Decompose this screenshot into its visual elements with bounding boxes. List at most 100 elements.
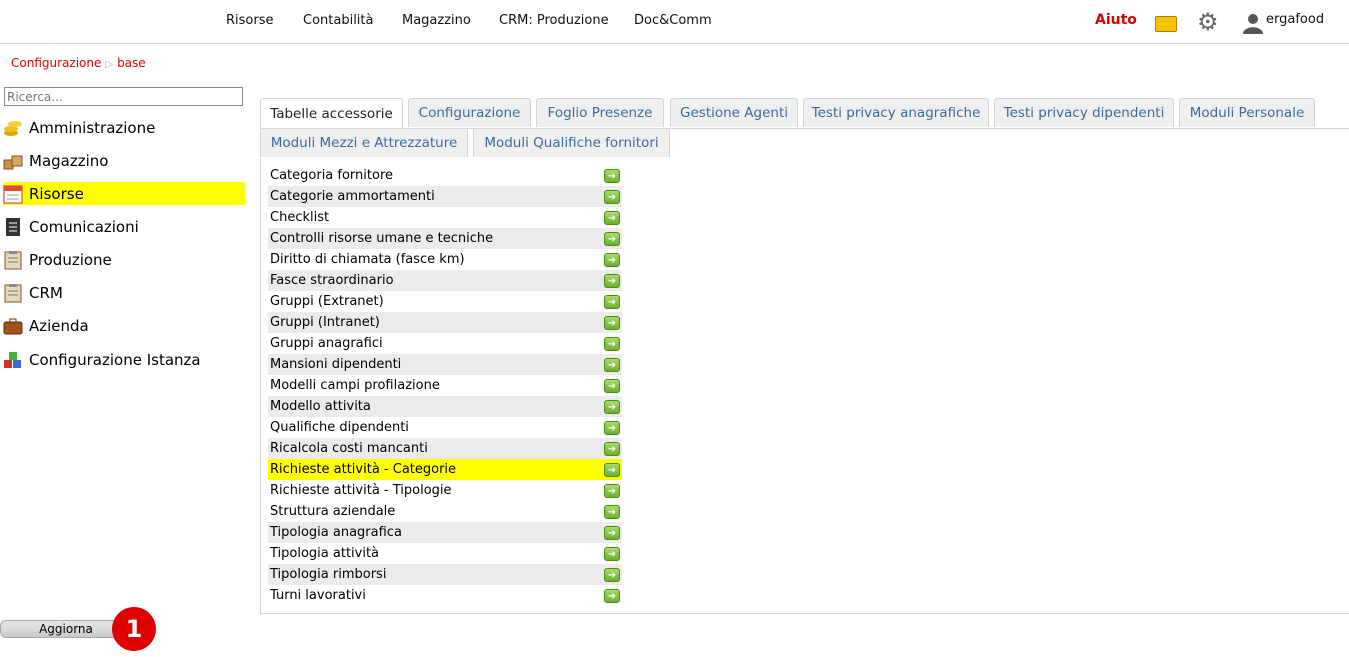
clipboard-icon	[4, 283, 22, 302]
list-item[interactable]: Mansioni dipendenti ➜	[268, 354, 622, 375]
calendar-icon	[3, 185, 23, 203]
list-item-label: Richieste attività - Categorie	[270, 462, 457, 477]
list-item-label: Checklist	[270, 210, 330, 225]
arrow-right-icon[interactable]: ➜	[604, 462, 620, 477]
list-item[interactable]: Qualifiche dipendenti ➜	[268, 417, 622, 438]
list-item-label: Modelli campi profilazione	[270, 378, 440, 393]
username[interactable]: ergafood	[1266, 12, 1324, 27]
tab-foglio-presenze[interactable]: Foglio Presenze	[536, 98, 664, 127]
arrow-right-icon[interactable]: ➜	[604, 252, 620, 267]
arrow-right-icon[interactable]: ➜	[604, 168, 620, 183]
arrow-right-icon[interactable]: ➜	[604, 483, 620, 498]
list-item[interactable]: Categoria fornitore ➜	[268, 165, 622, 186]
sidebar-item-azienda[interactable]: Azienda	[3, 314, 245, 337]
top-bar: Risorse Contabilità Magazzino CRM: Produ…	[0, 0, 1349, 44]
tab-tabelle-accessorie[interactable]: Tabelle accessorie	[260, 98, 403, 129]
search-input[interactable]	[4, 87, 243, 106]
sidebar-item-amministrazione[interactable]: Amministrazione	[3, 116, 245, 139]
arrow-right-icon[interactable]: ➜	[604, 378, 620, 393]
list-item-label: Mansioni dipendenti	[270, 357, 402, 372]
sidebar-item-risorse[interactable]: Risorse	[3, 182, 245, 205]
nav-doc-comm[interactable]: Doc&Comm	[634, 13, 712, 28]
tab-testi-privacy-dipendenti[interactable]: Testi privacy dipendenti	[994, 98, 1174, 127]
list-item[interactable]: Tipologia rimborsi ➜	[268, 564, 622, 585]
arrow-right-icon[interactable]: ➜	[604, 231, 620, 246]
list-item[interactable]: Tipologia anagrafica ➜	[268, 522, 622, 543]
sidebar-item-label: Comunicazioni	[29, 217, 139, 236]
mail-icon[interactable]	[1155, 16, 1177, 32]
list-item[interactable]: Gruppi (Intranet) ➜	[268, 312, 622, 333]
list-item-label: Categoria fornitore	[270, 168, 394, 183]
list-item-label: Richieste attività - Tipologie	[270, 483, 452, 498]
list-item[interactable]: Diritto di chiamata (fasce km) ➜	[268, 249, 622, 270]
sidebar-item-label: Configurazione Istanza	[29, 350, 201, 369]
list-item[interactable]: Tipologia attività ➜	[268, 543, 622, 564]
list-item[interactable]: Controlli risorse umane e tecniche ➜	[268, 228, 622, 249]
breadcrumb: Configurazione ▷ base	[11, 56, 146, 70]
breadcrumb-item-base[interactable]: base	[117, 56, 146, 70]
list-item-label: Struttura aziendale	[270, 504, 396, 519]
list-item[interactable]: Gruppi anagrafici ➜	[268, 333, 622, 354]
sidebar-item-label: Magazzino	[29, 151, 109, 170]
help-link[interactable]: Aiuto	[1095, 12, 1137, 28]
list-item[interactable]: Fasce straordinario ➜	[268, 270, 622, 291]
gear-icon[interactable]: ⚙	[1197, 9, 1219, 35]
arrow-right-icon[interactable]: ➜	[604, 567, 620, 582]
arrow-right-icon[interactable]: ➜	[604, 420, 620, 435]
nav-magazzino[interactable]: Magazzino	[402, 13, 471, 28]
tab-configurazione[interactable]: Configurazione	[408, 98, 531, 127]
arrow-right-icon[interactable]: ➜	[604, 357, 620, 372]
arrow-right-icon[interactable]: ➜	[604, 399, 620, 414]
arrow-right-icon[interactable]: ➜	[604, 294, 620, 309]
nav-crm-produzione[interactable]: CRM: Produzione	[499, 13, 609, 28]
arrow-right-icon[interactable]: ➜	[604, 336, 620, 351]
list-item[interactable]: Struttura aziendale ➜	[268, 501, 622, 522]
list-item[interactable]: Ricalcola costi mancanti ➜	[268, 438, 622, 459]
step-badge: 1	[112, 607, 156, 651]
list-item[interactable]: Categorie ammortamenti ➜	[268, 186, 622, 207]
sidebar-item-label: Azienda	[29, 316, 89, 335]
arrow-right-icon[interactable]: ➜	[604, 546, 620, 561]
tab-testi-privacy-anagrafiche[interactable]: Testi privacy anagrafiche	[803, 98, 989, 127]
arrow-right-icon[interactable]: ➜	[604, 504, 620, 519]
list-item-label: Gruppi (Intranet)	[270, 315, 380, 330]
list-item[interactable]: Checklist ➜	[268, 207, 622, 228]
arrow-right-icon[interactable]: ➜	[604, 210, 620, 225]
list-item[interactable]: Modelli campi profilazione ➜	[268, 375, 622, 396]
list-item[interactable]: Gruppi (Extranet) ➜	[268, 291, 622, 312]
sidebar-item-label: Amministrazione	[29, 118, 156, 137]
list-item-label: Tipologia anagrafica	[270, 525, 402, 540]
nav-risorse[interactable]: Risorse	[226, 13, 274, 28]
list-item[interactable]: Turni lavorativi ➜	[268, 585, 622, 606]
list-item-label: Fasce straordinario	[270, 273, 394, 288]
arrow-right-icon[interactable]: ➜	[604, 189, 620, 204]
breadcrumb-item-configurazione[interactable]: Configurazione	[11, 56, 101, 70]
tab-gestione-agenti[interactable]: Gestione Agenti	[670, 98, 798, 127]
list-item[interactable]: Modello attivita ➜	[268, 396, 622, 417]
list-item[interactable]: Richieste attività - Tipologie ➜	[268, 480, 622, 501]
sidebar-item-configurazione-istanza[interactable]: Configurazione Istanza	[3, 348, 245, 371]
sidebar-item-label: Produzione	[29, 250, 112, 269]
sidebar-item-crm[interactable]: CRM	[3, 281, 245, 304]
arrow-right-icon[interactable]: ➜	[604, 525, 620, 540]
tab-moduli-personale[interactable]: Moduli Personale	[1179, 98, 1315, 127]
sidebar-item-label: Risorse	[29, 184, 84, 203]
sidebar-item-magazzino[interactable]: Magazzino	[3, 149, 245, 172]
tab-moduli-qualifiche[interactable]: Moduli Qualifiche fornitori	[473, 128, 670, 157]
list-item-selected[interactable]: Richieste attività - Categorie ➜	[268, 459, 622, 480]
list-item-label: Gruppi anagrafici	[270, 336, 383, 351]
arrow-right-icon[interactable]: ➜	[604, 441, 620, 456]
arrow-right-icon[interactable]: ➜	[604, 588, 620, 603]
tab-moduli-mezzi[interactable]: Moduli Mezzi e Attrezzature	[260, 128, 468, 157]
list-item-label: Diritto di chiamata (fasce km)	[270, 252, 465, 267]
briefcase-icon	[3, 318, 23, 334]
sidebar-item-label: CRM	[29, 283, 63, 302]
list-item-label: Ricalcola costi mancanti	[270, 441, 428, 456]
sidebar-item-produzione[interactable]: Produzione	[3, 248, 245, 271]
user-icon[interactable]	[1242, 12, 1264, 38]
arrow-right-icon[interactable]: ➜	[604, 273, 620, 288]
nav-contabilita[interactable]: Contabilità	[303, 13, 373, 28]
sidebar-item-comunicazioni[interactable]: Comunicazioni	[3, 215, 245, 238]
coins-icon	[4, 120, 22, 136]
arrow-right-icon[interactable]: ➜	[604, 315, 620, 330]
